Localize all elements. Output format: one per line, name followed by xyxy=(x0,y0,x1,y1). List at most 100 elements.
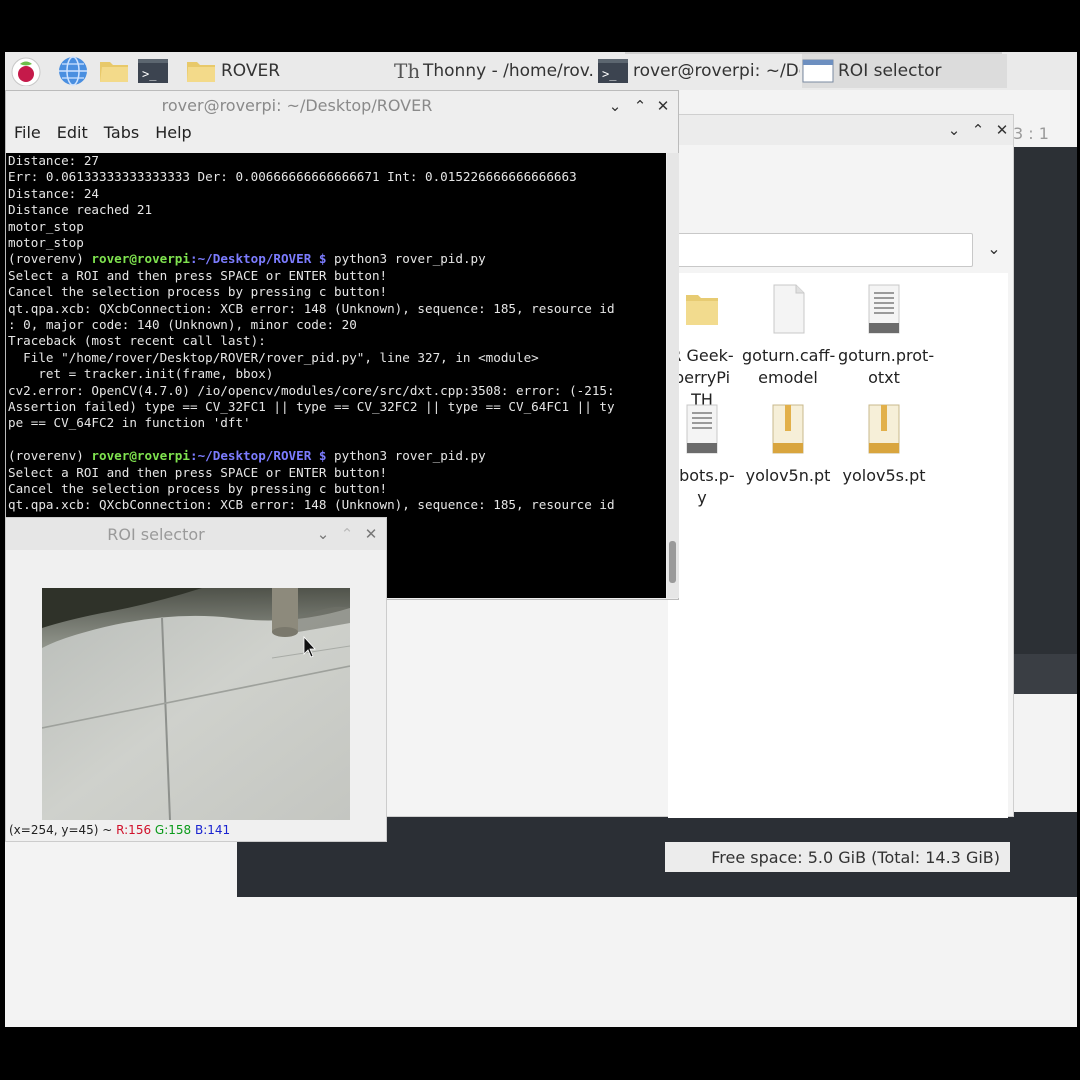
taskbar-highlight xyxy=(625,52,1002,54)
file-manager-icon[interactable] xyxy=(98,56,130,86)
file-item[interactable]: goturn.caff- emodel xyxy=(742,283,836,389)
minimize-icon[interactable]: ⌄ xyxy=(314,525,332,543)
cursor-coordinates: (x=254, y=45) ~ xyxy=(9,823,117,837)
terminal-prompt-line: (roverenv) rover@roverpi:~/Desktop/ROVER… xyxy=(8,448,486,464)
minimize-icon[interactable]: ⌄ xyxy=(606,97,624,115)
green-value: G:158 xyxy=(154,823,192,837)
taskbar: >_ ROVER Th Thonny - /home/rov... >_ rov… xyxy=(5,52,1077,90)
folder-icon xyxy=(686,295,718,325)
archive-icon xyxy=(868,404,900,454)
scrollbar[interactable] xyxy=(667,153,679,598)
terminal-line: Distance: 24 xyxy=(8,185,99,201)
terminal-line: motor_stop xyxy=(8,218,84,234)
file-list: R Geek- berryPi TH goturn.caff- emodel g… xyxy=(668,273,1008,818)
desktop: 3 : 1 >_ ROVER Th Thonny - /home/rov... … xyxy=(5,52,1077,1027)
path-dropdown-icon[interactable]: ⌄ xyxy=(985,240,1003,258)
file-name: goturn.caff- emodel xyxy=(742,346,836,387)
task-rover-folder[interactable]: ROVER xyxy=(185,54,305,88)
svg-text:>_: >_ xyxy=(142,67,157,81)
path-input[interactable] xyxy=(675,233,973,267)
maximize-icon[interactable]: ⌃ xyxy=(631,97,649,115)
status-bar: Free space: 5.0 GiB (Total: 14.3 GiB) xyxy=(665,842,1010,872)
terminal-icon: >_ xyxy=(598,59,628,83)
terminal-line: Err: 0.06133333333333333 Der: 0.00666666… xyxy=(8,169,577,185)
file-item[interactable]: goturn.prot- otxt xyxy=(838,283,935,389)
maximize-icon[interactable]: ⌃ xyxy=(338,525,356,543)
task-label: ROI selector xyxy=(838,61,942,81)
terminal-line: cv2.error: OpenCV(4.7.0) /io/opencv/modu… xyxy=(8,382,615,398)
blue-value: B:141 xyxy=(195,823,231,837)
task-label: rover@roverpi: ~/Des... xyxy=(633,61,800,81)
prompt-user: rover@roverpi xyxy=(91,251,190,267)
terminal-line: pe == CV_64FC2 in function 'dft' xyxy=(8,415,251,431)
menu-file[interactable]: File xyxy=(14,123,41,149)
window-icon xyxy=(802,59,834,83)
file-item[interactable]: yolov5s.pt xyxy=(838,403,930,487)
file-icon xyxy=(773,284,805,334)
menu-tabs[interactable]: Tabs xyxy=(104,123,139,149)
terminal-line: : 0, major code: 140 (Unknown), minor co… xyxy=(8,317,357,332)
close-icon[interactable]: ✕ xyxy=(993,121,1011,139)
file-item[interactable]: yolov5n.pt xyxy=(742,403,834,487)
file-name: yolov5s.pt xyxy=(842,466,926,485)
terminal-line: File "/home/rover/Desktop/ROVER/rover_pi… xyxy=(8,349,539,365)
terminal-titlebar[interactable]: rover@roverpi: ~/Desktop/ROVER ⌄ ⌃ ✕ xyxy=(6,91,678,121)
terminal-line: Cancel the selection process by pressing… xyxy=(8,284,388,300)
pixel-readout: (x=254, y=45) ~ R:156 G:158 B:141 xyxy=(9,823,230,837)
thonny-icon: Th xyxy=(394,59,419,83)
close-icon[interactable]: ✕ xyxy=(362,525,380,543)
task-label: Thonny - /home/rov... xyxy=(423,61,593,81)
prompt-command: python3 rover_pid.py xyxy=(326,251,486,267)
background-window-text: 3 : 1 xyxy=(1013,124,1049,143)
task-terminal[interactable]: >_ rover@roverpi: ~/Des... xyxy=(597,54,800,88)
file-name: yolov5n.pt xyxy=(745,466,831,485)
terminal-line: motor_stop xyxy=(8,235,84,250)
terminal-line: Traceback (most recent call last): xyxy=(8,333,266,349)
archive-icon xyxy=(772,404,804,454)
terminal-line: ret = tracker.init(frame, bbox) xyxy=(8,366,274,382)
web-browser-icon[interactable] xyxy=(57,56,89,86)
terminal-line: Distance: 27 xyxy=(8,153,99,168)
prompt-path: :~/Desktop/ROVER $ xyxy=(189,251,327,267)
menu-help[interactable]: Help xyxy=(155,123,191,149)
terminal-prompt-line: (roverenv) rover@roverpi:~/Desktop/ROVER… xyxy=(8,251,486,267)
terminal-line: Assertion failed) type == CV_32FC1 || ty… xyxy=(8,399,615,414)
terminal-line: Select a ROI and then press SPACE or ENT… xyxy=(8,267,388,283)
prompt-command: python3 rover_pid.py xyxy=(326,448,486,464)
python-file-icon xyxy=(686,404,718,454)
background-window xyxy=(1013,147,1077,692)
task-thonny[interactable]: Th Thonny - /home/rov... xyxy=(393,54,593,88)
window-title: rover@roverpi: ~/Desktop/ROVER xyxy=(161,96,433,115)
task-label: ROVER xyxy=(221,61,281,81)
close-icon[interactable]: ✕ xyxy=(654,97,672,115)
roi-titlebar[interactable]: ROI selector ⌄ ⌃ ✕ xyxy=(6,518,386,550)
red-value: R:156 xyxy=(116,823,152,837)
window-title: ROI selector xyxy=(107,525,205,544)
text-file-icon xyxy=(868,284,900,334)
folder-icon xyxy=(187,62,215,82)
svg-text:>_: >_ xyxy=(602,67,617,81)
terminal-line: qt.qpa.xcb: QXcbConnection: XCB error: 1… xyxy=(8,497,615,513)
terminal-icon[interactable]: >_ xyxy=(137,56,169,86)
terminal-line: qt.qpa.xcb: QXcbConnection: XCB error: 1… xyxy=(8,300,615,316)
svg-text:Th: Th xyxy=(394,59,419,83)
prompt-user: rover@roverpi xyxy=(91,448,190,464)
scrollbar-thumb[interactable] xyxy=(669,541,676,583)
prompt-env: (roverenv) xyxy=(8,448,92,464)
maximize-icon[interactable]: ⌃ xyxy=(969,121,987,139)
raspberry-pi-icon[interactable] xyxy=(10,56,42,86)
free-space-label: Free space: 5.0 GiB (Total: 14.3 GiB) xyxy=(711,848,1000,867)
camera-frame-image[interactable] xyxy=(42,588,350,820)
background-window-band xyxy=(1013,654,1077,694)
task-roi-selector[interactable]: ROI selector xyxy=(802,54,1007,88)
terminal-line: Select a ROI and then press SPACE or ENT… xyxy=(8,464,388,480)
menu-bar: File Edit Tabs Help xyxy=(6,123,678,149)
prompt-path: :~/Desktop/ROVER $ xyxy=(189,448,327,464)
terminal-line: Cancel the selection process by pressing… xyxy=(8,481,388,496)
roi-selector-window: ROI selector ⌄ ⌃ ✕ (x=254, y=45) ~ R:156… xyxy=(5,517,387,842)
menu-edit[interactable]: Edit xyxy=(57,123,88,149)
prompt-env: (roverenv) xyxy=(8,251,92,267)
terminal-line: Distance reached 21 xyxy=(8,202,153,218)
file-name: goturn.prot- otxt xyxy=(838,346,935,387)
minimize-icon[interactable]: ⌄ xyxy=(945,121,963,139)
